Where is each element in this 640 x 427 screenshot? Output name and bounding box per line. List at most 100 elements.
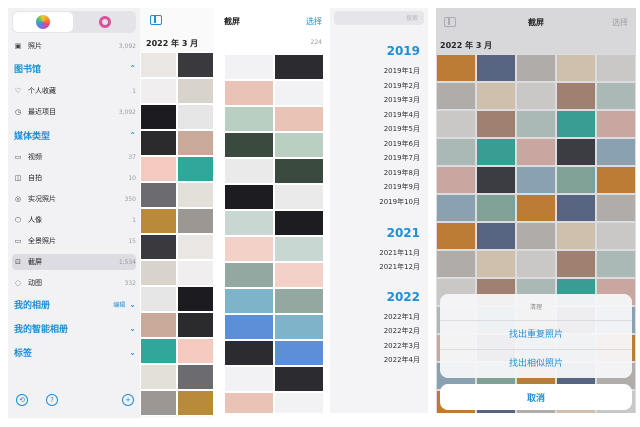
month-link[interactable]: 2019年6月: [384, 139, 420, 149]
sidebar-toggle-icon[interactable]: [150, 15, 162, 25]
photo-thumbnail[interactable]: [274, 184, 324, 210]
select-button[interactable]: 选择: [306, 16, 322, 27]
photo-thumbnail[interactable]: [140, 104, 177, 130]
photo-thumbnail[interactable]: [274, 80, 324, 106]
photo-thumbnail[interactable]: [224, 314, 274, 340]
month-link[interactable]: 2021年11月: [379, 248, 420, 258]
photos-app-button[interactable]: [13, 12, 73, 32]
month-link[interactable]: 2019年3月: [384, 95, 420, 105]
edit-albums-button[interactable]: 编辑: [113, 300, 125, 309]
photo-thumbnail[interactable]: [274, 340, 324, 366]
month-link[interactable]: 2021年12月: [379, 262, 420, 272]
month-link[interactable]: 2022年1月: [384, 312, 420, 322]
photo-thumbnail[interactable]: [140, 208, 177, 234]
photo-thumbnail[interactable]: [224, 132, 274, 158]
photo-thumbnail[interactable]: [224, 54, 274, 80]
photo-thumbnail[interactable]: [177, 312, 214, 338]
month-link[interactable]: 2022年2月: [384, 326, 420, 336]
photo-thumbnail[interactable]: [224, 366, 274, 392]
find-duplicates-button[interactable]: 找出重复照片: [440, 320, 632, 346]
sidebar-item-portrait[interactable]: ⬡ 人像 1: [12, 212, 136, 228]
chevron-down-icon[interactable]: ⌄: [129, 348, 136, 357]
cancel-button[interactable]: 取消: [440, 384, 632, 410]
photo-thumbnail[interactable]: [224, 392, 274, 413]
chevron-down-icon[interactable]: ⌄: [129, 324, 136, 333]
chevron-up-icon[interactable]: ⌃: [129, 64, 136, 73]
month-link[interactable]: 2019年8月: [384, 168, 420, 178]
sidebar-item-favorites[interactable]: ♡ 个人收藏 1: [12, 83, 136, 99]
photo-thumbnail[interactable]: [224, 340, 274, 366]
month-link[interactable]: 2019年7月: [384, 153, 420, 163]
month-link[interactable]: 2019年2月: [384, 81, 420, 91]
photo-thumbnail[interactable]: [177, 286, 214, 312]
chevron-up-icon[interactable]: ⌃: [129, 131, 136, 140]
photo-thumbnail[interactable]: [140, 338, 177, 364]
sidebar-item-panoramas[interactable]: ▭ 全景照片 15: [12, 233, 136, 249]
photo-thumbnail[interactable]: [177, 182, 214, 208]
photo-thumbnail[interactable]: [140, 52, 177, 78]
photo-thumbnail[interactable]: [140, 156, 177, 182]
add-icon[interactable]: +: [122, 394, 134, 406]
photo-thumbnail[interactable]: [224, 80, 274, 106]
photo-thumbnail[interactable]: [140, 182, 177, 208]
photo-thumbnail[interactable]: [274, 392, 324, 413]
sidebar-item-screenshots[interactable]: ⊡ 截屏 1,534: [12, 254, 136, 270]
photo-thumbnail[interactable]: [224, 236, 274, 262]
sidebar-item-live-photos[interactable]: ◎ 实况照片 350: [12, 191, 136, 207]
month-link[interactable]: 2019年4月: [384, 110, 420, 120]
my-albums-section-header[interactable]: 我的相册 编辑 ⌄: [14, 296, 136, 312]
photo-thumbnail[interactable]: [224, 184, 274, 210]
photo-thumbnail[interactable]: [177, 260, 214, 286]
sidebar-item-selfies[interactable]: ◫ 自拍 10: [12, 170, 136, 186]
photo-thumbnail[interactable]: [177, 104, 214, 130]
photo-thumbnail[interactable]: [177, 156, 214, 182]
photo-thumbnail[interactable]: [140, 364, 177, 390]
photo-thumbnail[interactable]: [274, 106, 324, 132]
photo-thumbnail[interactable]: [274, 158, 324, 184]
photo-thumbnail[interactable]: [224, 210, 274, 236]
media-types-section-header[interactable]: 媒体类型 ⌃: [14, 127, 136, 143]
cleaner-app-button[interactable]: [75, 12, 135, 32]
year-heading[interactable]: 2019: [387, 44, 420, 58]
photo-thumbnail[interactable]: [177, 390, 214, 416]
photo-thumbnail[interactable]: [140, 312, 177, 338]
photo-thumbnail[interactable]: [224, 106, 274, 132]
photo-thumbnail[interactable]: [177, 52, 214, 78]
photo-thumbnail[interactable]: [274, 288, 324, 314]
sidebar-item-photos[interactable]: ▣ 照片 3,092: [12, 38, 136, 54]
photo-thumbnail[interactable]: [140, 260, 177, 286]
sidebar-item-videos[interactable]: ▭ 视频 37: [12, 149, 136, 165]
find-similar-button[interactable]: 找出相似照片: [440, 349, 632, 375]
smart-albums-section-header[interactable]: 我的智能相册 ⌄: [14, 320, 136, 336]
photo-thumbnail[interactable]: [224, 158, 274, 184]
sidebar-item-animated[interactable]: ◌ 动图 332: [12, 275, 136, 291]
year-heading[interactable]: 2022: [387, 290, 420, 304]
month-link[interactable]: 2022年3月: [384, 341, 420, 351]
photo-thumbnail[interactable]: [177, 364, 214, 390]
photo-thumbnail[interactable]: [224, 288, 274, 314]
photo-thumbnail[interactable]: [177, 130, 214, 156]
photo-thumbnail[interactable]: [274, 132, 324, 158]
month-link[interactable]: 2019年9月: [384, 182, 420, 192]
year-heading[interactable]: 2021: [387, 226, 420, 240]
tags-section-header[interactable]: 标签 ⌄: [14, 344, 136, 360]
photo-thumbnail[interactable]: [140, 78, 177, 104]
help-icon[interactable]: ?: [46, 394, 58, 406]
photo-thumbnail[interactable]: [274, 262, 324, 288]
photo-thumbnail[interactable]: [177, 234, 214, 260]
sidebar-item-recents[interactable]: ◷ 最近项目 3,092: [12, 104, 136, 120]
photo-thumbnail[interactable]: [177, 208, 214, 234]
photo-thumbnail[interactable]: [274, 54, 324, 80]
photo-thumbnail[interactable]: [177, 78, 214, 104]
month-link[interactable]: 2019年1月: [384, 66, 420, 76]
photo-thumbnail[interactable]: [177, 338, 214, 364]
search-input[interactable]: 搜索: [334, 11, 424, 25]
library-section-header[interactable]: 图书馆 ⌃: [14, 60, 136, 76]
photo-thumbnail[interactable]: [274, 366, 324, 392]
month-link[interactable]: 2019年10月: [379, 197, 420, 207]
photo-thumbnail[interactable]: [140, 130, 177, 156]
photo-thumbnail[interactable]: [140, 390, 177, 416]
photo-thumbnail[interactable]: [224, 262, 274, 288]
photo-thumbnail[interactable]: [140, 286, 177, 312]
clock-icon[interactable]: ⟲: [16, 394, 28, 406]
